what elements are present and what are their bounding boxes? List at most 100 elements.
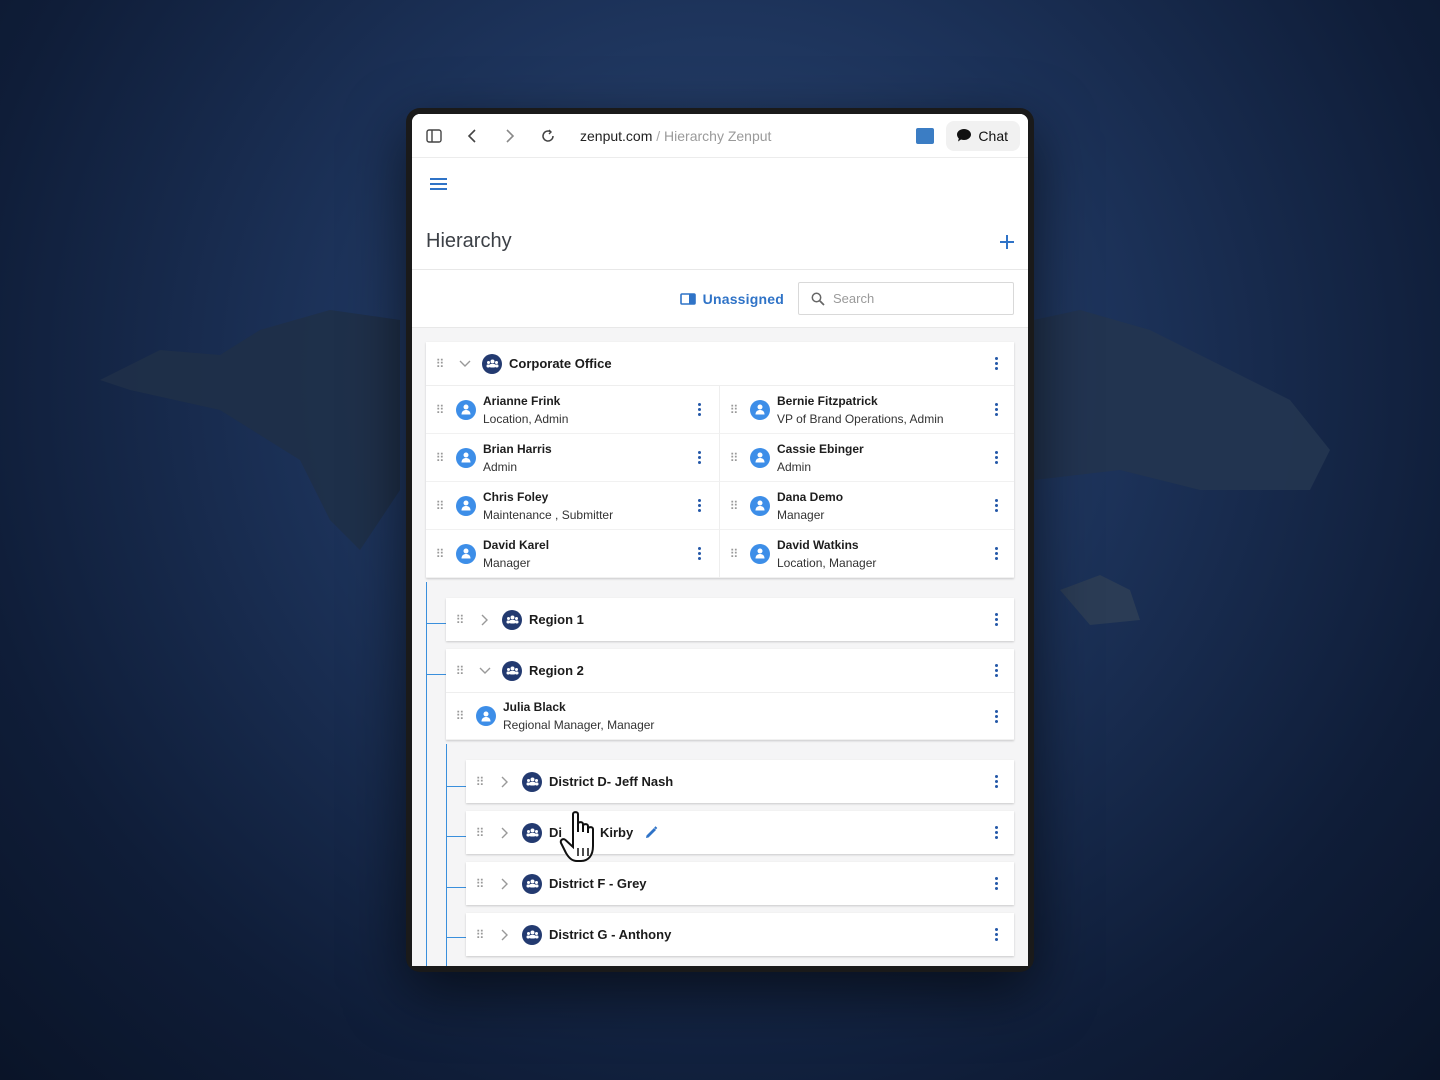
hierarchy-toolbar: Unassigned Search: [412, 270, 1028, 328]
drag-handle-icon[interactable]: ⠿: [728, 499, 740, 513]
member-name: David Karel: [483, 537, 550, 552]
search-placeholder: Search: [833, 291, 875, 306]
member-name: Bernie Fitzpatrick: [777, 393, 878, 408]
unassigned-button[interactable]: Unassigned: [679, 290, 784, 307]
drag-handle-icon[interactable]: ⠿: [434, 499, 446, 513]
drag-handle-icon[interactable]: ⠿: [454, 664, 466, 678]
member-role: Maintenance , Submitter: [483, 507, 614, 522]
hierarchy-tree: ⠿ Corporate Office ⠿ Arianne Frink Locati…: [412, 328, 1028, 966]
more-options-icon[interactable]: [697, 547, 701, 560]
url-domain: zenput.com: [580, 127, 653, 144]
more-options-icon[interactable]: [994, 775, 998, 788]
chevron-right-icon[interactable]: [498, 776, 512, 788]
more-options-icon[interactable]: [994, 357, 998, 370]
edit-icon[interactable]: [645, 826, 658, 839]
page-title: Hierarchy: [426, 230, 512, 252]
drag-handle-icon[interactable]: ⠿: [728, 403, 740, 417]
more-options-icon[interactable]: [994, 547, 998, 560]
member-role: Manager: [483, 555, 531, 570]
group-icon: [522, 873, 542, 894]
group-icon: [522, 924, 542, 945]
more-options-icon[interactable]: [994, 403, 998, 416]
chat-bubble-icon: [957, 129, 972, 142]
group-row-district[interactable]: ⠿ District G - Anthony: [466, 913, 1014, 956]
group-row-district[interactable]: ⠿ District D- Jeff Nash: [466, 760, 1014, 803]
drag-handle-icon[interactable]: ⠿: [454, 613, 466, 627]
more-options-icon[interactable]: [697, 499, 701, 512]
more-options-icon[interactable]: [994, 451, 998, 464]
member-row[interactable]: ⠿ Arianne Frink Location, Admin: [426, 386, 720, 434]
chevron-down-icon[interactable]: [478, 667, 492, 675]
drag-handle-icon[interactable]: ⠿: [474, 877, 486, 891]
group-card-district: ⠿ District F - Grey: [466, 862, 1014, 905]
chat-button[interactable]: Chat: [946, 120, 1020, 151]
drag-handle-icon[interactable]: ⠿: [454, 709, 466, 723]
member-name: Julia Black: [503, 700, 566, 714]
group-row-region-2[interactable]: ⠿ Region 2: [446, 649, 1014, 692]
tree-line: [426, 674, 446, 675]
add-icon[interactable]: [1000, 230, 1014, 254]
more-options-icon[interactable]: [994, 826, 998, 839]
tree-line: [446, 937, 466, 938]
browser-toolbar: zenput.com / Hierarchy Zenput Chat: [412, 114, 1028, 158]
member-role: Location, Admin: [483, 411, 569, 426]
search-input[interactable]: Search: [798, 282, 1014, 315]
app-topnav: [412, 158, 1028, 214]
group-name: Corporate Office: [509, 356, 612, 371]
chevron-right-icon[interactable]: [498, 827, 512, 839]
group-row-corporate[interactable]: ⠿ Corporate Office: [426, 342, 1014, 385]
more-options-icon[interactable]: [994, 877, 998, 890]
sidebar-toggle-icon[interactable]: [424, 126, 444, 146]
group-row-district[interactable]: ⠿ District F - Grey: [466, 862, 1014, 905]
hamburger-menu-icon[interactable]: [430, 177, 448, 196]
more-options-icon[interactable]: [994, 664, 998, 677]
member-role: VP of Brand Operations, Admin: [777, 411, 944, 426]
member-row[interactable]: ⠿ Chris Foley Maintenance , Submitter: [426, 482, 720, 530]
member-name: Brian Harris: [483, 441, 552, 456]
group-row-region-1[interactable]: ⠿ Region 1: [446, 598, 1014, 641]
chevron-right-icon[interactable]: [478, 614, 492, 626]
back-icon[interactable]: [462, 126, 482, 146]
unassigned-label: Unassigned: [702, 290, 784, 307]
more-options-icon[interactable]: [994, 613, 998, 626]
group-name: Region 1: [529, 612, 584, 627]
extension-icon[interactable]: [916, 127, 935, 144]
member-row[interactable]: ⠿ Cassie Ebinger Admin: [720, 434, 1014, 482]
chevron-down-icon[interactable]: [458, 360, 472, 368]
more-options-icon[interactable]: [994, 499, 998, 512]
address-bar[interactable]: zenput.com / Hierarchy Zenput: [580, 128, 771, 144]
member-row[interactable]: ⠿ Bernie Fitzpatrick VP of Brand Operatio…: [720, 386, 1014, 434]
drag-handle-icon[interactable]: ⠿: [728, 547, 740, 561]
user-icon: [750, 447, 770, 468]
member-name: Arianne Frink: [483, 393, 561, 408]
more-options-icon[interactable]: [994, 709, 998, 723]
member-row[interactable]: ⠿ Dana Demo Manager: [720, 482, 1014, 530]
member-row[interactable]: ⠿ David Watkins Location, Manager: [720, 530, 1014, 578]
chevron-right-icon[interactable]: [498, 878, 512, 890]
member-row[interactable]: ⠿ Brian Harris Admin: [426, 434, 720, 482]
drag-handle-icon[interactable]: ⠿: [434, 403, 446, 417]
user-icon: [750, 543, 770, 564]
user-icon: [750, 399, 770, 420]
user-icon: [456, 495, 476, 516]
drag-handle-icon[interactable]: ⠿: [434, 357, 446, 371]
drag-handle-icon[interactable]: ⠿: [474, 826, 486, 840]
member-role: Admin: [777, 459, 812, 474]
reload-icon[interactable]: [538, 126, 558, 146]
forward-icon[interactable]: [500, 126, 520, 146]
more-options-icon[interactable]: [697, 451, 701, 464]
drag-handle-icon[interactable]: ⠿: [434, 547, 446, 561]
drag-handle-icon[interactable]: ⠿: [474, 928, 486, 942]
drag-handle-icon[interactable]: ⠿: [434, 451, 446, 465]
drag-handle-icon[interactable]: ⠿: [474, 775, 486, 789]
member-row[interactable]: ⠿ David Karel Manager: [426, 530, 720, 578]
more-options-icon[interactable]: [994, 928, 998, 941]
group-row-district[interactable]: ⠿ Di Kirby: [466, 811, 1014, 854]
drag-handle-icon[interactable]: ⠿: [728, 451, 740, 465]
group-name: District D- Jeff Nash: [549, 774, 674, 789]
member-row[interactable]: ⠿ Julia Black Regional Manager, Manager: [446, 692, 1014, 740]
url-separator: /: [652, 127, 665, 144]
group-card-district: ⠿ District D- Jeff Nash: [466, 760, 1014, 803]
chevron-right-icon[interactable]: [498, 929, 512, 941]
more-options-icon[interactable]: [697, 403, 701, 416]
